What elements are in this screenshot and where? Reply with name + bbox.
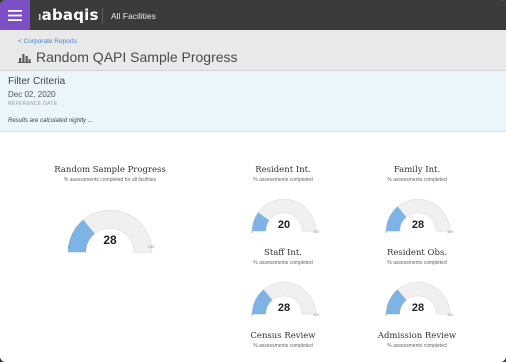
gauge-subtitle: % assessments completed [387,177,447,183]
gauge-subtitle: % assessments completed for all faciliti… [63,177,157,183]
gauge-max-label: 100 [148,244,155,249]
gauge-card-resident-int: Resident Int. % assessments completed [228,165,338,183]
gauge-min-label: 0 [385,230,387,234]
gauge-subtitle: % assessments completed [387,343,447,349]
filter-heading: Filter Criteria [8,76,66,87]
gauge-title: Random Sample Progress [54,165,166,175]
filter-criteria-panel: Filter Criteria Dec 02, 2020 REFERENCE D… [0,71,506,132]
gauge-card-census-review: Census Review % assessments completed [228,331,338,349]
gauge-card-admission-review: Admission Review % assessments completed [362,331,472,349]
gauge-card-family-int: Family Int. % assessments completed [362,165,472,183]
reference-date-value[interactable]: Dec 02, 2020 [8,90,56,99]
app-logo[interactable]: ⁞abaqis [38,6,99,24]
gauge-family-int: 28 0 100 [385,198,453,234]
reference-date-label: REFERENCE DATE [8,101,58,107]
gauge-card-random-sample: Random Sample Progress % assessments com… [20,165,200,183]
gauge-subtitle: % assessments completed [253,260,313,266]
facility-selector[interactable]: All Facilities [102,8,156,24]
app-window: ⁞abaqis All Facilities < Corporate Repor… [0,0,506,362]
gauge-value: 28 [278,302,290,314]
hamburger-menu-button[interactable] [0,0,30,30]
gauge-min-label: 0 [251,230,253,234]
gauge-subtitle: % assessments completed [253,343,313,349]
page-title: Random QAPI Sample Progress [36,49,238,65]
gauge-value: 28 [412,219,424,231]
gauge-max-label: 100 [447,313,453,317]
gauge-min-label: 0 [385,313,387,317]
calculation-note: Results are calculated nightly ... [8,118,93,124]
gauge-random-sample: 28 0 100 [67,209,155,253]
page-header: < Corporate Reports Random QAPI Sample P… [0,30,506,71]
gauge-staff-int: 28 0 100 [251,281,319,317]
gauge-value: 28 [412,302,424,314]
hamburger-icon [8,9,22,21]
gauge-card-staff-int: Staff Int. % assessments completed [228,248,338,266]
gauge-max-label: 100 [313,313,319,317]
gauges-area: Random Sample Progress % assessments com… [0,132,506,362]
bar-chart-icon [18,54,31,63]
gauge-max-label: 100 [447,230,453,234]
gauge-subtitle: % assessments completed [387,260,447,266]
gauge-max-label: 100 [313,230,319,234]
breadcrumb-corporate-reports[interactable]: < Corporate Reports [18,38,77,45]
gauge-title: Resident Obs. [386,248,448,258]
gauge-resident-obs: 28 0 100 [385,281,453,317]
gauge-title: Census Review [250,331,316,341]
gauge-subtitle: % assessments completed [253,177,313,183]
gauge-value: 20 [278,219,290,231]
gauge-title: Family Int. [393,165,441,175]
gauge-title: Admission Review [377,331,457,341]
gauge-title: Resident Int. [255,165,311,175]
gauge-card-resident-obs: Resident Obs. % assessments completed [362,248,472,266]
gauge-resident-int: 20 0 100 [251,198,319,234]
gauge-title: Staff Int. [264,248,302,258]
top-navigation-bar: ⁞abaqis All Facilities [0,0,506,30]
gauge-min-label: 0 [251,313,253,317]
gauge-value: 28 [103,233,117,247]
